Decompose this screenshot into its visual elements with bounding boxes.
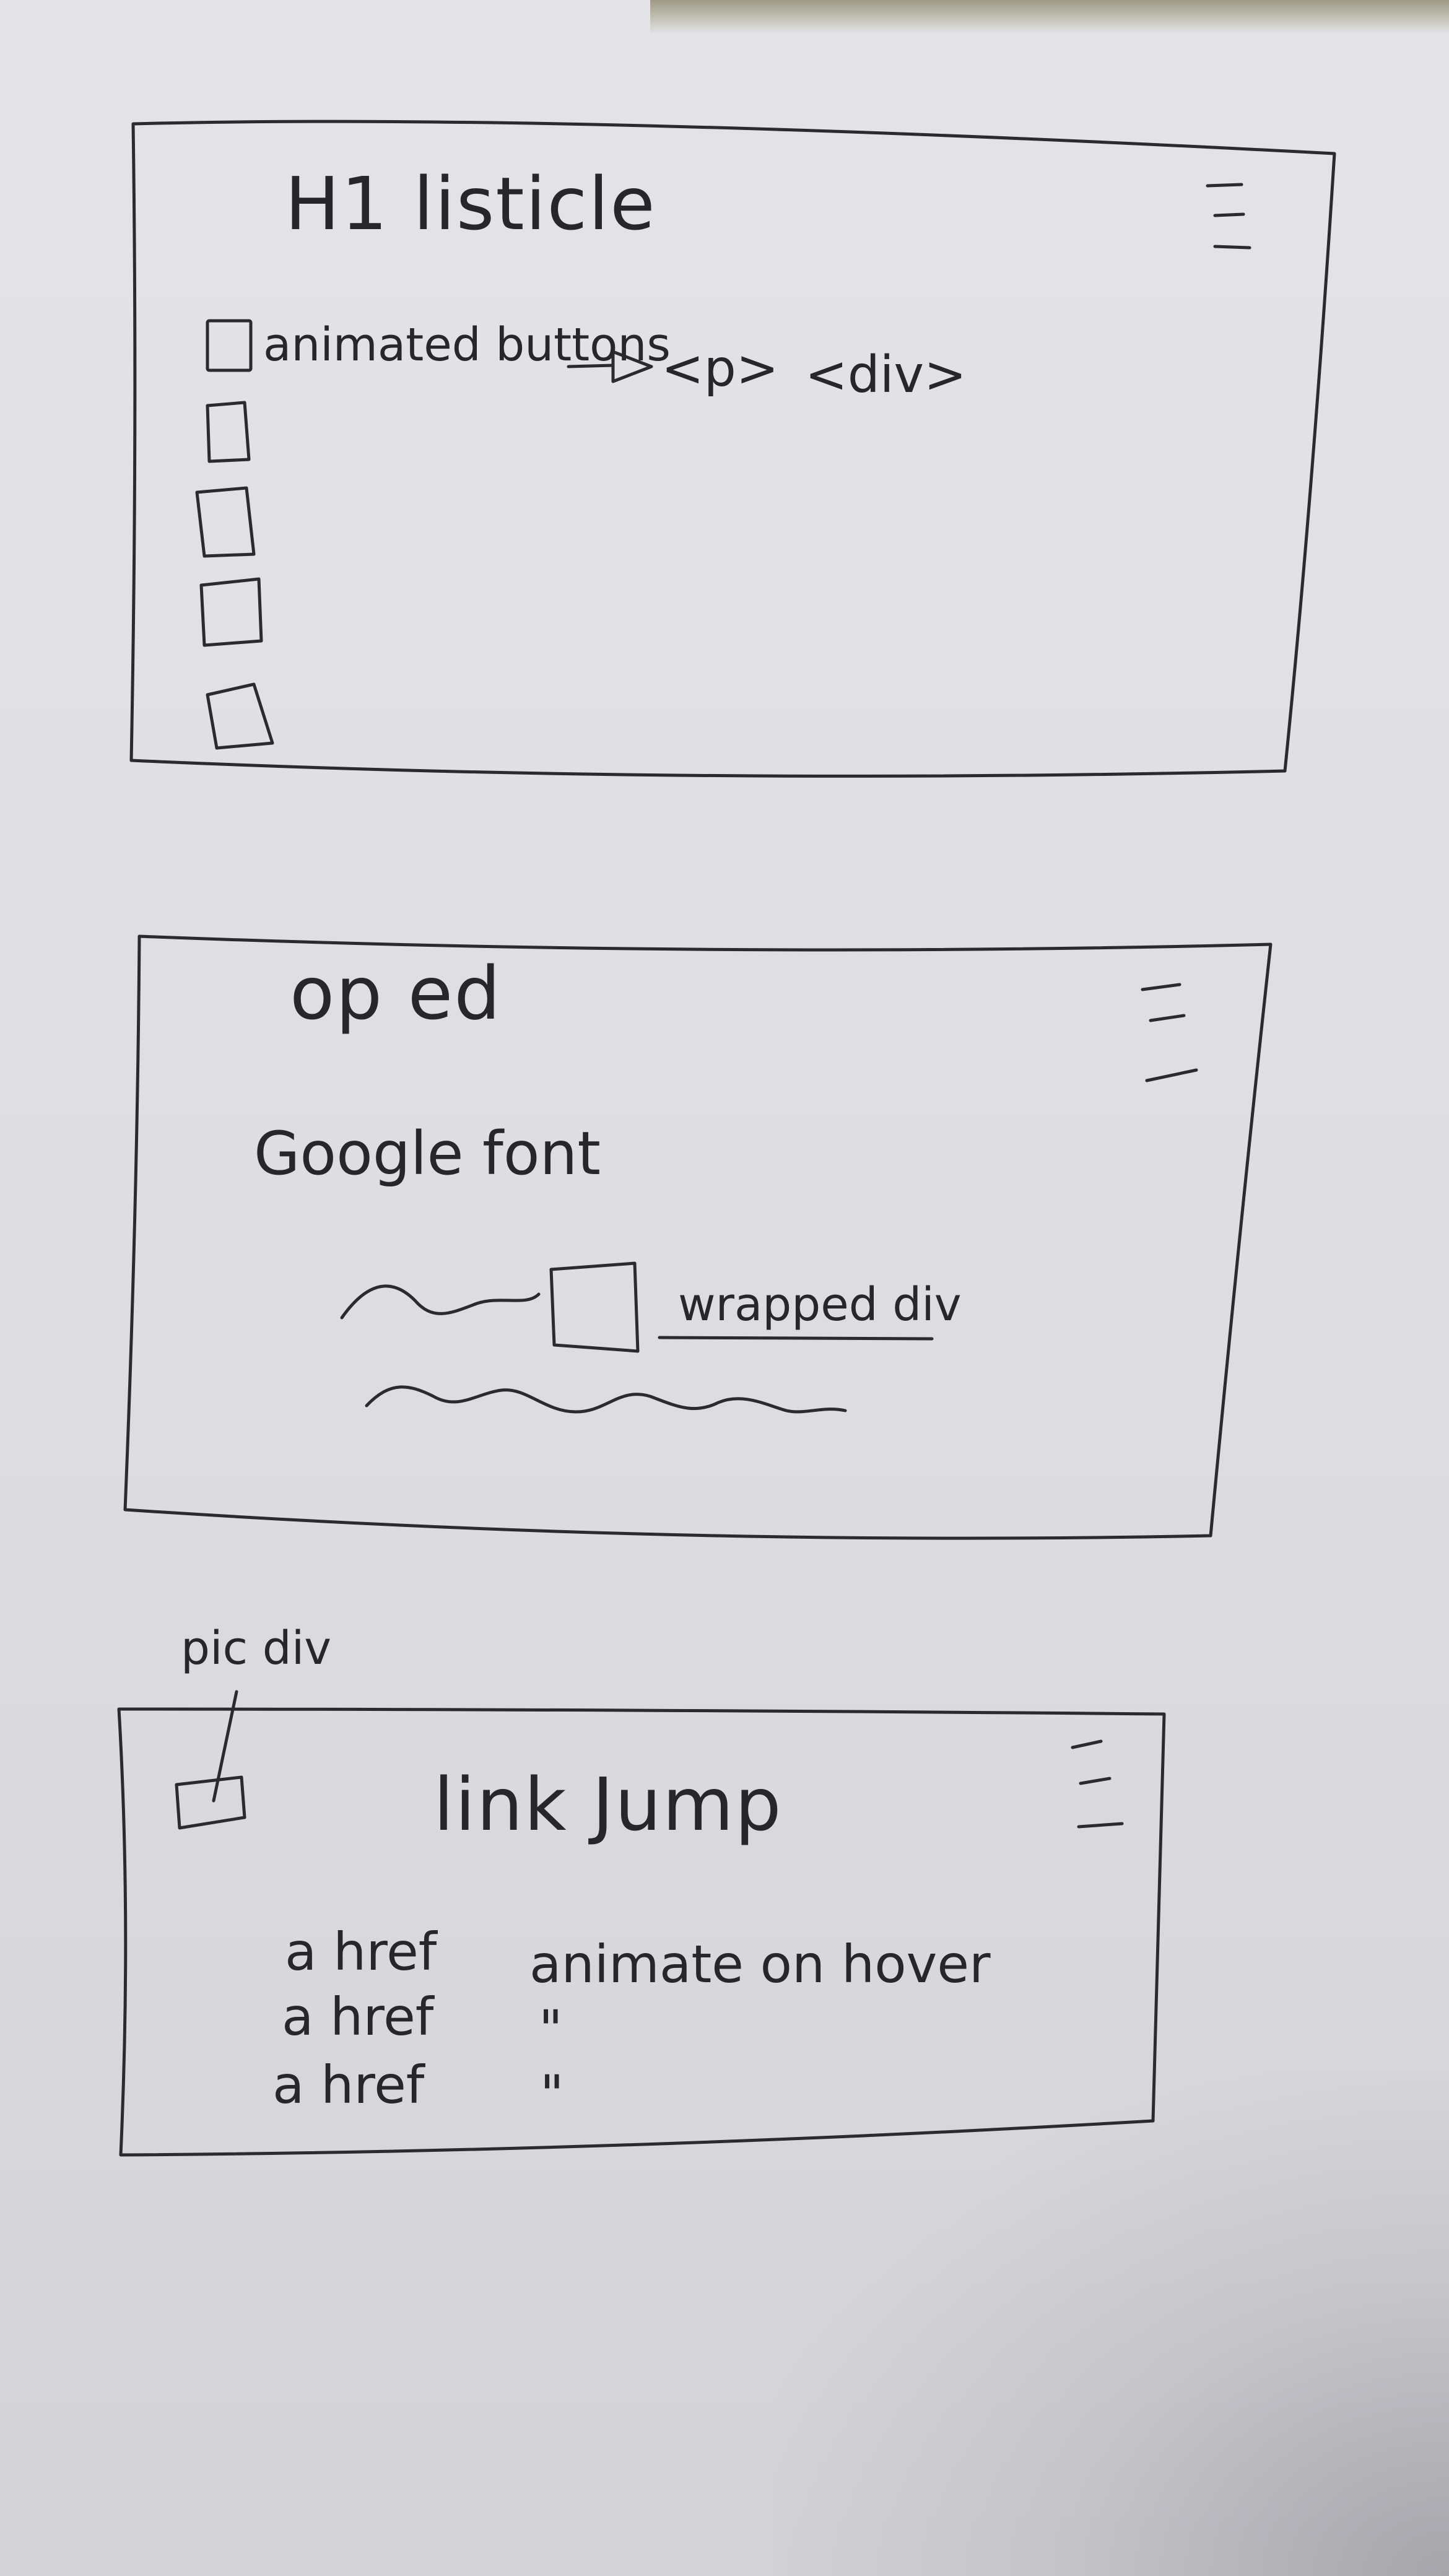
card1-tag-div: <div> bbox=[805, 346, 967, 404]
card1-tag-p: <p> bbox=[661, 339, 779, 398]
card1-row-label: animated buttons bbox=[263, 318, 671, 372]
card1-checkbox-3 bbox=[195, 486, 256, 558]
card3-link-2[interactable]: a href bbox=[282, 1991, 433, 2043]
card2-squiggle-2 bbox=[365, 1385, 847, 1414]
card3-link-3-note: " bbox=[540, 2064, 564, 2125]
card1-checkbox-5 bbox=[206, 682, 274, 750]
card2-subtitle: Google font bbox=[254, 1119, 601, 1188]
card2-underline bbox=[658, 1336, 934, 1341]
card3-link-1[interactable]: a href bbox=[285, 1926, 437, 1978]
card3-title[interactable]: link Jump bbox=[433, 1768, 783, 1841]
card1-checkbox-4 bbox=[199, 577, 263, 647]
card3-link-3[interactable]: a href bbox=[272, 2059, 424, 2111]
card3-annotation: pic div bbox=[181, 1622, 332, 1675]
card3-link-2-note: " bbox=[539, 1999, 563, 2060]
card3-link-1-note: animate on hover bbox=[529, 1934, 991, 1995]
card1-title: H1 listicle bbox=[285, 161, 656, 246]
card2-title: op ed bbox=[290, 951, 502, 1036]
card3-pic-box bbox=[175, 1775, 246, 1830]
card2-hamburger-icon bbox=[1141, 983, 1198, 1082]
card3-hamburger-icon bbox=[1071, 1739, 1124, 1829]
card1-hamburger-icon bbox=[1206, 183, 1251, 250]
card2-squiggle-1 bbox=[340, 1284, 541, 1320]
card1-checkbox-1 bbox=[206, 319, 253, 372]
card1-checkbox-2 bbox=[206, 401, 251, 463]
card2-wrapped-box bbox=[549, 1261, 640, 1353]
card2-wrapped-label: wrapped div bbox=[678, 1278, 962, 1331]
